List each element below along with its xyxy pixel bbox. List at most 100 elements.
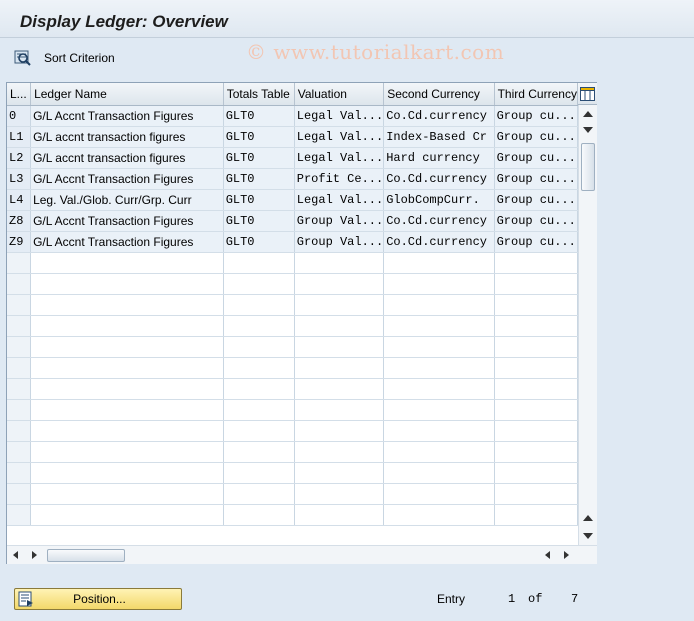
cell-totals-table[interactable]: GLT0 xyxy=(223,126,295,148)
column-header-ledger-name[interactable]: Ledger Name xyxy=(30,83,224,106)
empty-table-row xyxy=(7,504,578,526)
empty-table-row xyxy=(7,273,578,295)
cell-ledger[interactable]: L3 xyxy=(7,168,32,190)
cell-ledger-name[interactable]: G/L Accnt Transaction Figures xyxy=(30,231,224,253)
empty-table-row xyxy=(7,420,578,442)
cell-totals-table[interactable]: GLT0 xyxy=(223,105,295,127)
empty-cell xyxy=(383,294,495,316)
column-header-valuation[interactable]: Valuation xyxy=(294,83,385,106)
cell-second-currency[interactable]: Co.Cd.currency xyxy=(383,168,495,190)
cell-totals-table[interactable]: GLT0 xyxy=(223,168,295,190)
sort-criterion-button[interactable]: Sort Criterion xyxy=(14,48,115,68)
empty-cell xyxy=(7,420,32,442)
cell-ledger[interactable]: Z9 xyxy=(7,231,32,253)
position-button[interactable]: Position... xyxy=(14,588,182,610)
empty-table-row xyxy=(7,336,578,358)
cell-third-currency[interactable]: Group cu... xyxy=(494,105,578,127)
vertical-scroll-thumb[interactable] xyxy=(581,143,595,191)
cell-ledger-name[interactable]: G/L accnt transaction figures xyxy=(30,147,224,169)
column-header-third-currency[interactable]: Third Currency xyxy=(494,83,578,106)
empty-table-row xyxy=(7,252,578,274)
column-settings-button[interactable] xyxy=(578,83,597,105)
cell-valuation[interactable]: Group Val... xyxy=(294,210,385,232)
position-button-label: Position... xyxy=(73,592,126,606)
cell-ledger[interactable]: L1 xyxy=(7,126,32,148)
table-row[interactable]: L4 Leg. Val./Glob. Curr/Grp. Curr GLT0 Lega… xyxy=(7,189,578,211)
scroll-left-icon[interactable] xyxy=(13,551,18,559)
cell-third-currency[interactable]: Group cu... xyxy=(494,168,578,190)
table-row[interactable]: Z8 G/L Accnt Transaction Figures GLT0 Group… xyxy=(7,210,578,232)
empty-cell xyxy=(383,441,495,463)
cell-second-currency[interactable]: Co.Cd.currency xyxy=(383,105,495,127)
scroll-left-step-icon[interactable] xyxy=(545,551,550,559)
cell-third-currency[interactable]: Group cu... xyxy=(494,126,578,148)
column-header-second-currency[interactable]: Second Currency xyxy=(383,83,495,106)
cell-second-currency[interactable]: Index-Based Cr xyxy=(383,126,495,148)
empty-cell xyxy=(383,504,495,526)
cell-valuation[interactable]: Legal Val... xyxy=(294,126,385,148)
column-header-totals-table[interactable]: Totals Table xyxy=(223,83,295,106)
cell-ledger[interactable]: Z8 xyxy=(7,210,32,232)
empty-cell xyxy=(30,315,224,337)
cell-ledger[interactable]: 0 xyxy=(7,105,32,127)
cell-ledger[interactable]: L2 xyxy=(7,147,32,169)
empty-cell xyxy=(30,483,224,505)
cell-ledger-name[interactable]: G/L Accnt Transaction Figures xyxy=(30,105,224,127)
cell-valuation[interactable]: Group Val... xyxy=(294,231,385,253)
cell-ledger[interactable]: L4 xyxy=(7,189,32,211)
vertical-scrollbar[interactable] xyxy=(578,105,597,545)
cell-second-currency[interactable]: Co.Cd.currency xyxy=(383,210,495,232)
empty-cell xyxy=(383,273,495,295)
cell-totals-table[interactable]: GLT0 xyxy=(223,210,295,232)
empty-cell xyxy=(7,462,32,484)
empty-cell xyxy=(294,420,385,442)
horizontal-scroll-thumb[interactable] xyxy=(47,549,125,562)
cell-valuation[interactable]: Legal Val... xyxy=(294,105,385,127)
empty-cell xyxy=(383,357,495,379)
empty-cell xyxy=(294,504,385,526)
cell-ledger-name[interactable]: G/L Accnt Transaction Figures xyxy=(30,168,224,190)
table-row[interactable]: L3 G/L Accnt Transaction Figures GLT0 Profi… xyxy=(7,168,578,190)
scroll-line-up-icon[interactable] xyxy=(583,515,593,521)
table-row[interactable]: Z9 G/L Accnt Transaction Figures GLT0 Group… xyxy=(7,231,578,253)
empty-cell xyxy=(494,336,578,358)
scroll-right-step-icon[interactable] xyxy=(32,551,37,559)
cell-totals-table[interactable]: GLT0 xyxy=(223,147,295,169)
cell-valuation[interactable]: Legal Val... xyxy=(294,189,385,211)
empty-cell xyxy=(383,399,495,421)
cell-ledger-name[interactable]: G/L Accnt Transaction Figures xyxy=(30,210,224,232)
empty-cell xyxy=(494,504,578,526)
cell-third-currency[interactable]: Group cu... xyxy=(494,231,578,253)
empty-cell xyxy=(7,294,32,316)
cell-ledger-name[interactable]: Leg. Val./Glob. Curr/Grp. Curr xyxy=(30,189,224,211)
ledger-table-control: L... Ledger Name Totals Table Valuation … xyxy=(6,82,597,564)
empty-cell xyxy=(294,336,385,358)
scroll-line-down-icon[interactable] xyxy=(583,127,593,133)
table-row[interactable]: L2 G/L accnt transaction figures GLT0 Legal… xyxy=(7,147,578,169)
cell-ledger-name[interactable]: G/L accnt transaction figures xyxy=(30,126,224,148)
empty-cell xyxy=(294,273,385,295)
cell-totals-table[interactable]: GLT0 xyxy=(223,189,295,211)
table-row[interactable]: 0 G/L Accnt Transaction Figures GLT0 Legal … xyxy=(7,105,578,127)
column-header-ledger[interactable]: L... xyxy=(7,83,32,106)
cell-third-currency[interactable]: Group cu... xyxy=(494,189,578,211)
cell-valuation[interactable]: Legal Val... xyxy=(294,147,385,169)
empty-cell xyxy=(30,399,224,421)
empty-cell xyxy=(223,462,295,484)
scroll-right-icon[interactable] xyxy=(564,551,569,559)
cell-totals-table[interactable]: GLT0 xyxy=(223,231,295,253)
cell-second-currency[interactable]: Co.Cd.currency xyxy=(383,231,495,253)
scroll-page-down-icon[interactable] xyxy=(583,533,593,539)
empty-cell xyxy=(223,294,295,316)
cell-second-currency[interactable]: GlobCompCurr. xyxy=(383,189,495,211)
application-toolbar: Sort Criterion xyxy=(0,44,694,72)
empty-cell xyxy=(294,357,385,379)
cell-second-currency[interactable]: Hard currency xyxy=(383,147,495,169)
scroll-page-up-icon[interactable] xyxy=(583,111,593,117)
horizontal-scrollbar[interactable] xyxy=(7,545,597,564)
cell-third-currency[interactable]: Group cu... xyxy=(494,147,578,169)
cell-third-currency[interactable]: Group cu... xyxy=(494,210,578,232)
empty-cell xyxy=(7,252,32,274)
cell-valuation[interactable]: Profit Ce... xyxy=(294,168,385,190)
table-row[interactable]: L1 G/L accnt transaction figures GLT0 Legal… xyxy=(7,126,578,148)
